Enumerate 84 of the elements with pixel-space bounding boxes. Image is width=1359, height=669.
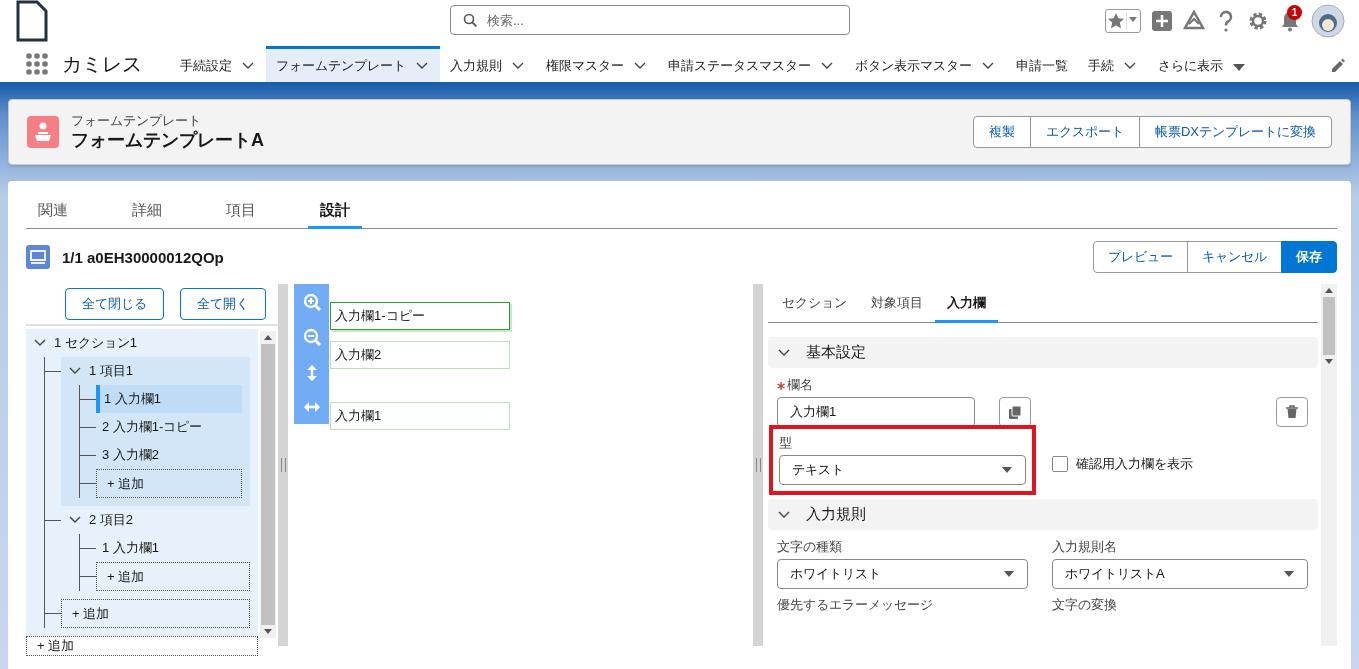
- app-launcher-icon[interactable]: [26, 53, 48, 75]
- tree-item[interactable]: 1 項目1: [61, 357, 250, 385]
- nav-tab[interactable]: 手続: [1078, 46, 1148, 82]
- trash-icon: [1285, 405, 1299, 419]
- notification-badge: 1: [1287, 5, 1302, 20]
- caret-down-icon: [1003, 570, 1015, 578]
- record-tab[interactable]: 関連: [26, 193, 80, 229]
- form-field-preview[interactable]: 入力欄2: [330, 341, 510, 369]
- action-button[interactable]: 複製: [972, 116, 1031, 148]
- scrollbar[interactable]: [260, 331, 276, 638]
- search-field[interactable]: 検索...: [450, 5, 850, 35]
- nav-tab[interactable]: 入力規則: [440, 46, 536, 82]
- nav-tab[interactable]: フォームテンプレート: [266, 46, 440, 82]
- search-icon: [463, 13, 477, 27]
- nav-tab[interactable]: ボタン表示マスター: [845, 46, 1006, 82]
- panel-tab[interactable]: 入力欄: [935, 284, 998, 323]
- star-icon: [1106, 11, 1126, 31]
- record-icon: [27, 116, 59, 148]
- panel-tab[interactable]: 対象項目: [859, 284, 935, 323]
- toolbar-button[interactable]: プレビュー: [1093, 241, 1188, 273]
- nav-tab[interactable]: 申請一覧: [1006, 46, 1078, 82]
- nav-tab[interactable]: さらに表示: [1148, 46, 1255, 82]
- mountain-icon[interactable]: [1183, 10, 1205, 32]
- select-field[interactable]: ホワイトリスト: [777, 559, 1028, 589]
- section-header[interactable]: 基本設定: [768, 337, 1318, 368]
- add-item-button[interactable]: + 追加: [26, 636, 258, 656]
- plus-icon[interactable]: [1151, 10, 1173, 32]
- nav-tab[interactable]: 権限マスター: [536, 46, 658, 82]
- record-tab[interactable]: 詳細: [120, 193, 174, 229]
- object-type-label: フォームテンプレート: [71, 113, 202, 129]
- tree-item[interactable]: 2 項目2: [61, 506, 258, 534]
- layout-icon: [26, 245, 50, 269]
- delete-button[interactable]: [1276, 397, 1308, 427]
- add-item-button[interactable]: + 追加: [96, 469, 242, 498]
- nav-tab[interactable]: 申請ステータスマスター: [658, 46, 845, 82]
- toolbar-button[interactable]: キャンセル: [1187, 241, 1282, 273]
- caret-down-icon: [1126, 11, 1140, 31]
- tree-button[interactable]: 全て開く: [180, 288, 266, 320]
- record-title: フォームテンプレートA: [71, 129, 264, 151]
- caret-down-icon: [1283, 570, 1295, 578]
- select-field[interactable]: テキスト: [779, 455, 1026, 485]
- document-icon: [16, 0, 48, 42]
- checkbox-label: 確認用入力欄を表示: [1076, 455, 1193, 473]
- field-label: 入力規則名: [1052, 539, 1117, 556]
- avatar-icon[interactable]: [1311, 4, 1345, 38]
- section-header[interactable]: 入力規則: [768, 499, 1318, 530]
- zoom-in-icon[interactable]: [302, 292, 321, 311]
- save-button[interactable]: 保存: [1281, 241, 1337, 273]
- copy-button[interactable]: [998, 397, 1031, 427]
- copy-icon: [1007, 404, 1022, 420]
- tree-item[interactable]: 3 入力欄2: [96, 441, 250, 469]
- designer-title: 1/1 a0EH30000012QOp: [62, 248, 224, 266]
- field-label: 欄名: [787, 377, 813, 394]
- tree-item[interactable]: 2 入力欄1-コピー: [96, 413, 250, 441]
- tree-button[interactable]: 全て閉じる: [65, 288, 164, 320]
- form-field-preview[interactable]: 入力欄1: [330, 402, 510, 430]
- field-label: 型: [779, 435, 792, 452]
- panel-tab[interactable]: セクション: [770, 284, 859, 323]
- add-item-button[interactable]: + 追加: [96, 562, 250, 591]
- record-tab[interactable]: 設計: [308, 193, 362, 229]
- action-button[interactable]: 帳票DXテンプレートに変換: [1138, 116, 1332, 148]
- zoom-out-icon[interactable]: [302, 328, 321, 347]
- settings-icon[interactable]: [1247, 10, 1269, 32]
- form-field-preview[interactable]: 入力欄1-コピー: [330, 302, 510, 330]
- scrollbar[interactable]: [1321, 284, 1337, 646]
- add-item-button[interactable]: + 追加: [61, 599, 250, 628]
- record-tab[interactable]: 項目: [214, 193, 268, 229]
- checkbox[interactable]: [1052, 456, 1068, 472]
- field-label: 優先するエラーメッセージ: [777, 597, 933, 614]
- action-button[interactable]: エクスポート: [1029, 116, 1140, 148]
- tree-item[interactable]: 1 セクション1: [26, 329, 258, 357]
- app-name: カミレス: [62, 51, 142, 77]
- field-label: 文字の種類: [777, 539, 842, 556]
- nav-tab[interactable]: 手続設定: [170, 46, 266, 82]
- pencil-icon[interactable]: [1329, 56, 1345, 72]
- splitter-handle[interactable]: [753, 284, 763, 646]
- search-input[interactable]: 検索...: [485, 11, 837, 29]
- select-field[interactable]: ホワイトリストA: [1052, 559, 1308, 589]
- field-label: 文字の変換: [1052, 597, 1117, 614]
- splitter-handle[interactable]: [278, 284, 288, 646]
- tree-item[interactable]: 1 入力欄1: [96, 385, 242, 413]
- tree-item[interactable]: 1 入力欄1: [96, 534, 258, 562]
- caret-down-icon: [1001, 466, 1013, 474]
- favorites-button[interactable]: [1105, 9, 1141, 33]
